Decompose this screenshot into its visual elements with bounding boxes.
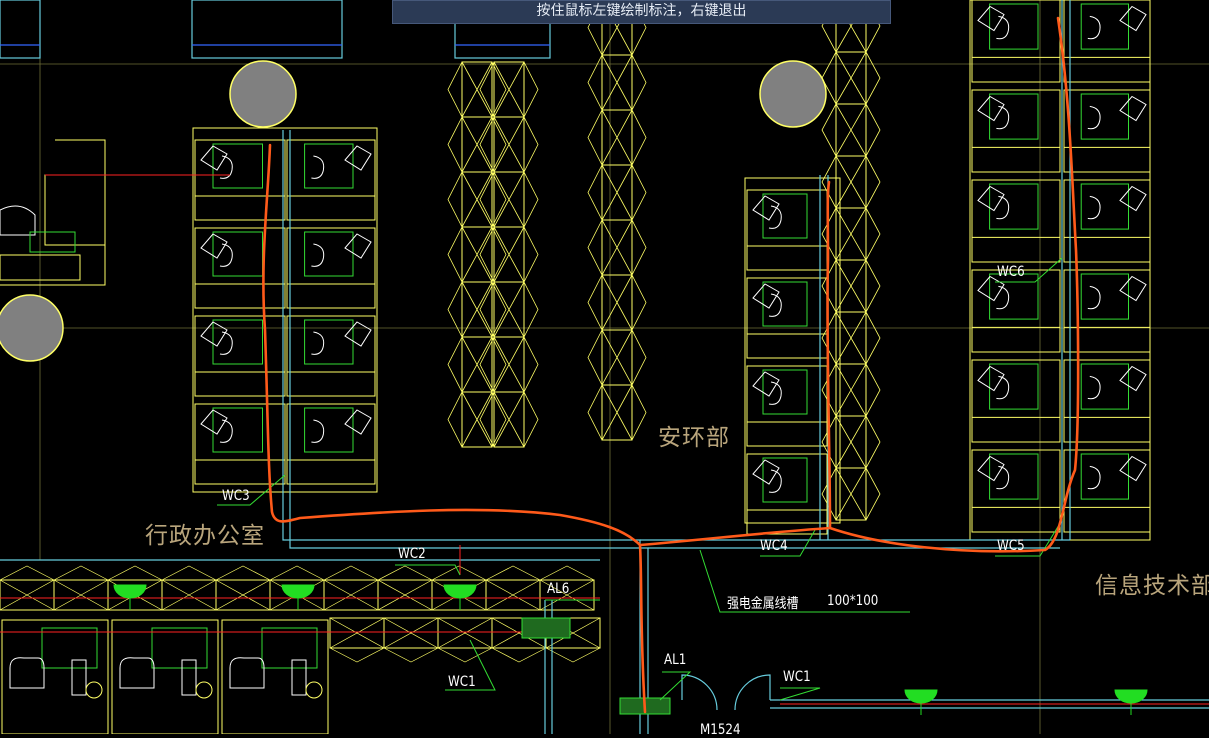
distribution-panel-al6 (521, 617, 571, 639)
label-tray-size[interactable]: 100*100 (827, 593, 878, 609)
bottom-shelving-row (0, 565, 601, 663)
label-wc6[interactable]: WC6 (997, 264, 1025, 280)
bottom-workstations (1, 619, 329, 734)
room-label-anhuan: 安环部 (658, 425, 730, 451)
workstation-cluster-admin (192, 127, 378, 493)
label-wc2[interactable]: WC2 (398, 546, 426, 562)
room-label-xingzheng: 行政办公室 (145, 523, 265, 549)
command-status-tooltip: 按住鼠标左键绘制标注，右键退出 (392, 0, 891, 24)
power-lines (0, 545, 1209, 705)
ceiling-lights (113, 584, 1148, 715)
label-wc1-bottom[interactable]: WC1 (448, 674, 476, 690)
markup-route-main (262, 16, 1080, 714)
label-wc4[interactable]: WC4 (760, 538, 788, 554)
workstation-cluster-safety (744, 177, 841, 535)
label-tray-name[interactable]: 强电金属线槽 (727, 593, 798, 613)
label-al1[interactable]: AL1 (664, 652, 686, 668)
label-door-tag[interactable]: M1524 (700, 722, 741, 738)
label-wc1-right[interactable]: WC1 (783, 669, 811, 685)
cad-drawing-canvas[interactable] (0, 0, 1209, 734)
columns (0, 60, 827, 362)
label-wc5[interactable]: WC5 (997, 538, 1025, 554)
label-al6[interactable]: AL6 (547, 581, 569, 597)
label-wc3[interactable]: WC3 (222, 488, 250, 504)
room-label-xinxi: 信息技术部 (1095, 573, 1209, 599)
